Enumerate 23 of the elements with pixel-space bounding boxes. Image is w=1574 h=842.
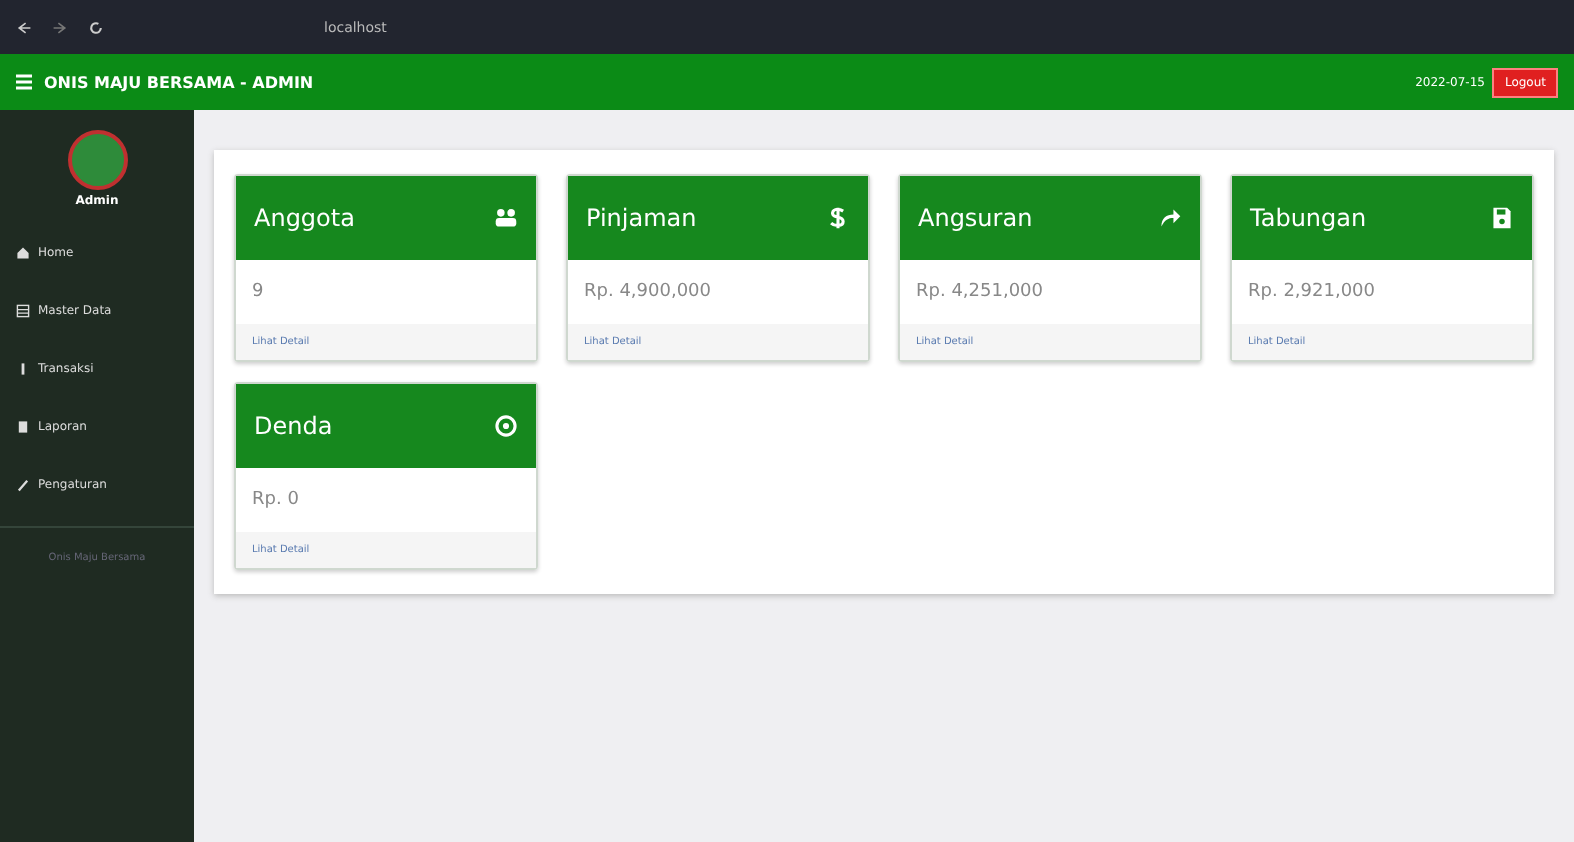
list-icon [16, 304, 30, 318]
users-icon [494, 206, 518, 230]
house-icon [16, 246, 30, 260]
card-value: Rp. 0 [250, 488, 301, 514]
card-title: Denda [254, 412, 333, 440]
card-value: Rp. 2,921,000 [1246, 280, 1377, 306]
dollar-icon [826, 206, 850, 230]
target-icon [494, 414, 518, 438]
card-value: 9 [250, 280, 266, 306]
back-icon[interactable] [16, 19, 32, 35]
forward-icon[interactable] [52, 19, 68, 35]
menu-icon[interactable] [16, 74, 32, 90]
card-title: Pinjaman [586, 204, 697, 232]
card-title: Anggota [254, 204, 355, 232]
app-title: ONIS MAJU BERSAMA - ADMIN [44, 73, 314, 91]
card-title: Tabungan [1250, 204, 1367, 232]
bar-icon [16, 362, 30, 376]
avatar-icon [67, 130, 127, 190]
card-title: Angsuran [918, 204, 1033, 232]
card-value: Rp. 4,251,000 [914, 280, 1045, 306]
card-value: Rp. 4,900,000 [582, 280, 713, 306]
reload-icon[interactable] [88, 19, 104, 35]
share-icon [1158, 206, 1182, 230]
